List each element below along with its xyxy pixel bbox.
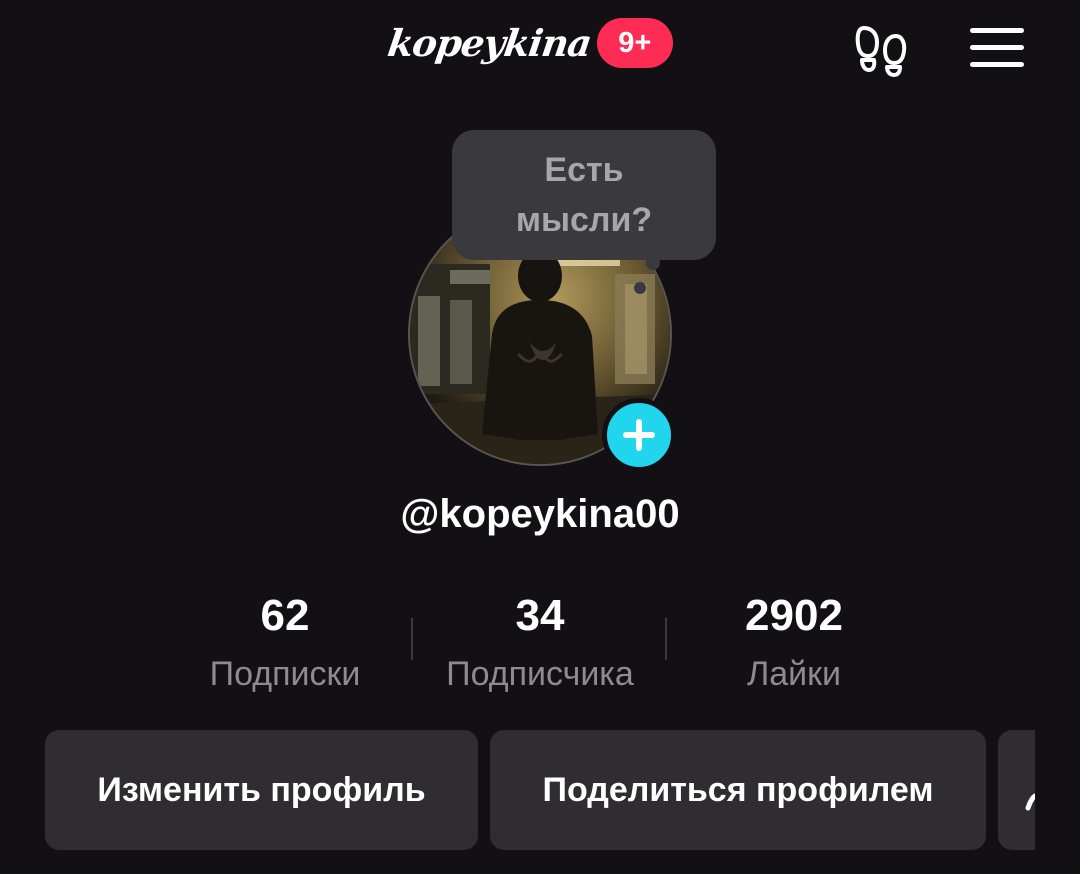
stat-followers-label: Подписчика bbox=[446, 655, 634, 693]
stat-likes[interactable]: 2902 Лайки bbox=[694, 588, 894, 704]
hamburger-menu-icon[interactable] bbox=[970, 28, 1024, 68]
thought-bubble-text: Есть мысли? bbox=[515, 151, 653, 239]
stat-followers[interactable]: 34 Подписчика bbox=[430, 588, 650, 704]
stat-likes-value: 2902 bbox=[745, 591, 843, 640]
edit-profile-button[interactable]: Изменить профиль bbox=[45, 730, 478, 850]
username: @kopeykina00 bbox=[400, 492, 680, 536]
plus-icon bbox=[623, 419, 655, 451]
brand-name: kopeykina bbox=[384, 20, 594, 65]
add-friend-icon bbox=[1025, 793, 1035, 811]
add-friends-button[interactable] bbox=[998, 730, 1035, 850]
stat-following[interactable]: 62 Подписки bbox=[185, 588, 385, 704]
thought-bubble-tail bbox=[646, 256, 660, 270]
share-profile-button[interactable]: Поделиться профилем bbox=[490, 730, 986, 850]
footprints-icon[interactable] bbox=[854, 22, 910, 78]
stat-following-value: 62 bbox=[260, 591, 310, 640]
stat-likes-label: Лайки bbox=[746, 655, 842, 693]
stat-following-label: Подписки bbox=[209, 655, 361, 693]
stat-followers-value: 34 bbox=[515, 591, 565, 640]
brand-logo[interactable]: kopeykina 9+ bbox=[384, 18, 673, 68]
stat-divider bbox=[665, 618, 667, 660]
notification-badge[interactable]: 9+ bbox=[596, 18, 673, 68]
profile-stats: 62 Подписки 34 Подписчика 2902 Лайки bbox=[0, 588, 1080, 698]
thought-bubble[interactable]: Есть мысли? bbox=[452, 130, 716, 260]
thought-bubble-dot bbox=[634, 282, 646, 294]
add-story-button[interactable] bbox=[602, 398, 676, 472]
stat-divider bbox=[411, 618, 413, 660]
